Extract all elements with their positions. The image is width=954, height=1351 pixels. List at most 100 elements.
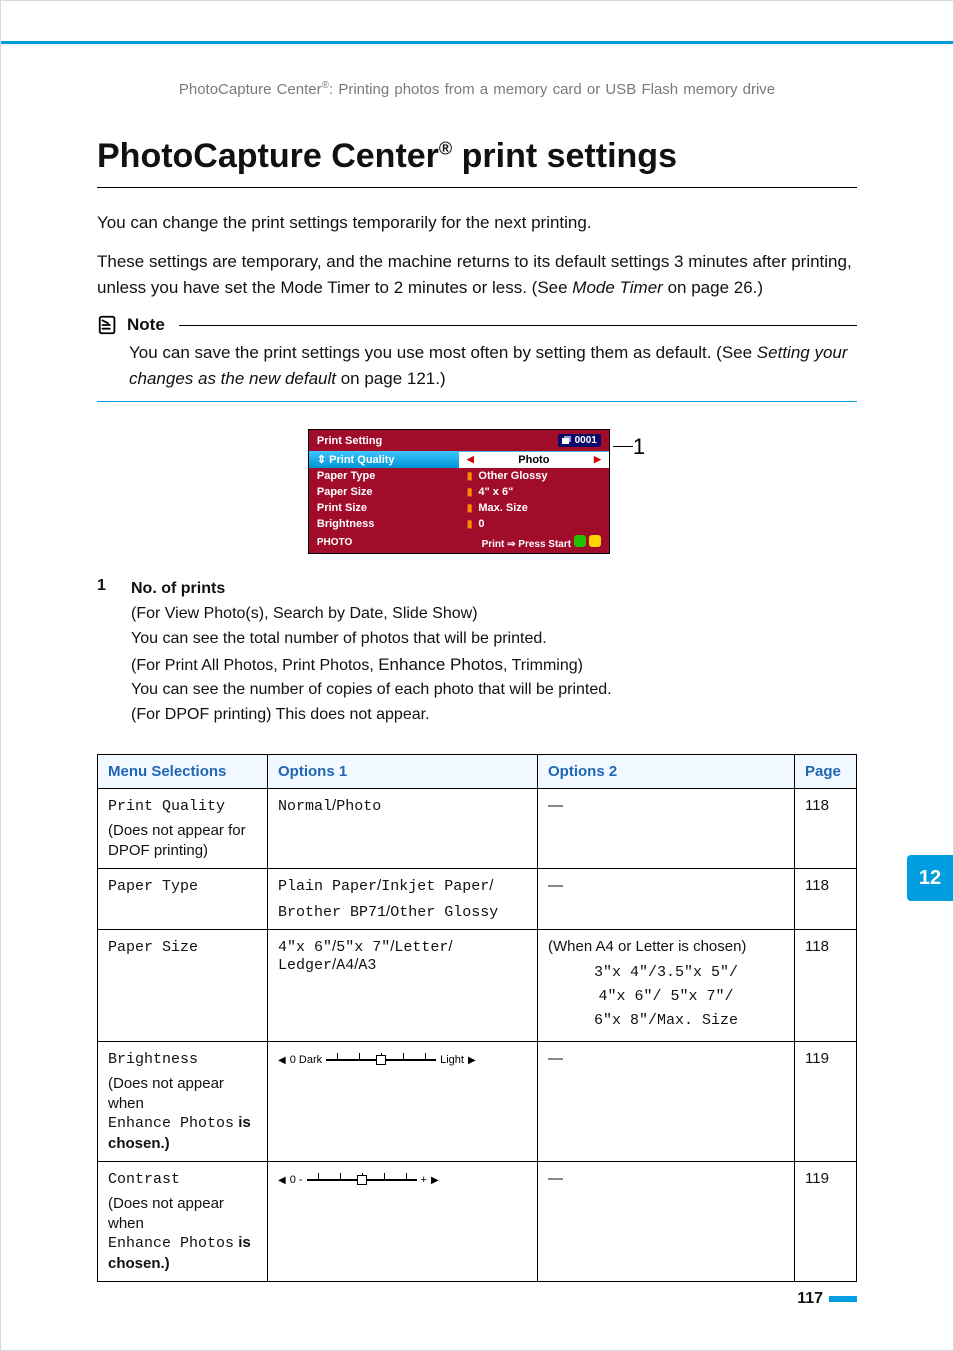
arrow-left-icon: ◀ [278, 1055, 286, 1066]
slider-knob [376, 1055, 386, 1065]
brightness-slider-graphic: ◀ 0 Dark Light ▶ [278, 1054, 527, 1066]
lcd-footer-right: Print ⇒ Press Start [482, 535, 601, 550]
callout-number: 1 [633, 434, 645, 460]
cell-opt2: (When A4 or Letter is chosen) 3"x 4"/3.5… [538, 930, 795, 1042]
cell-menu: Paper Type [98, 869, 268, 930]
cell-page: 118 [795, 869, 857, 930]
lcd-row-value: ▮Other Glossy [459, 468, 609, 484]
lcd-row-value: ▮Max. Size [459, 500, 609, 516]
slider-track [307, 1175, 417, 1185]
arrow-left-icon: ◀ [278, 1175, 286, 1186]
page-title: PhotoCapture Center® print settings [97, 136, 857, 177]
definition-line: (For DPOF printing) This does not appear… [131, 703, 857, 728]
device-illustration: Print Setting 0001 ⇕ Print Quality ◀ Pho… [97, 430, 857, 553]
cell-opt1: 4"x 6"/5"x 7"/Letter/ Ledger/A4/A3 [268, 930, 538, 1042]
lcd-row-value: ▮0 [459, 516, 609, 532]
slider-track [326, 1055, 436, 1065]
running-header-prefix: PhotoCapture Center [179, 81, 322, 98]
cell-subnote: (Does not appear for DPOF printing) [108, 821, 257, 860]
page-title-suffix: print settings [452, 137, 677, 175]
table-row: Contrast (Does not appear when Enhance P… [98, 1162, 857, 1282]
slider-left-label: 0 - [290, 1174, 303, 1186]
lcd-row: Brightness ▮0 [309, 516, 609, 532]
definition-list: 1 No. of prints (For View Photo(s), Sear… [97, 577, 857, 728]
cell-opt2: — [538, 789, 795, 869]
lcd-row-label: Paper Type [309, 468, 459, 484]
lcd-title-bar: Print Setting 0001 [309, 430, 609, 451]
lcd-row: Paper Type ▮Other Glossy [309, 468, 609, 484]
table-row: Paper Size 4"x 6"/5"x 7"/Letter/ Ledger/… [98, 930, 857, 1042]
note-label: Note [127, 315, 165, 335]
cell-opt1: ◀ 0 - + ▶ [268, 1162, 538, 1282]
lcd-row-label: ⇕ Print Quality [309, 451, 459, 468]
slider-right-label: + [421, 1174, 427, 1186]
callout-1: 1 [613, 434, 645, 553]
note-body: You can save the print settings you use … [129, 340, 857, 391]
running-header: PhotoCapture Center®: Printing photos fr… [97, 80, 857, 98]
cell-menu: Print Quality (Does not appear for DPOF … [98, 789, 268, 869]
registered-mark: ® [322, 80, 329, 91]
contrast-slider-graphic: ◀ 0 - + ▶ [278, 1174, 527, 1186]
page-title-prefix: PhotoCapture Center [97, 137, 439, 175]
page-number-bar [829, 1296, 857, 1302]
definition-line: (For Print All Photos, Print Photos, Enh… [131, 652, 857, 679]
col-options-2: Options 2 [538, 755, 795, 789]
note-heading: Note [97, 314, 857, 336]
note-icon [97, 314, 119, 336]
cell-opt2: — [538, 1162, 795, 1282]
table-row: Paper Type Plain Paper/Inkjet Paper/ Bro… [98, 869, 857, 930]
definition-number: 1 [97, 577, 115, 728]
lcd-title: Print Setting [317, 435, 382, 447]
cell-page: 118 [795, 930, 857, 1042]
cell-opt1: Normal/Photo [268, 789, 538, 869]
lcd-footer: PHOTO Print ⇒ Press Start [309, 532, 609, 553]
slider-left-label: 0 Dark [290, 1054, 322, 1066]
cell-opt1: Plain Paper/Inkjet Paper/ Brother BP71/O… [268, 869, 538, 930]
arrow-right-icon: ▶ [431, 1175, 439, 1186]
table-row: Brightness (Does not appear when Enhance… [98, 1042, 857, 1162]
table-row: Print Quality (Does not appear for DPOF … [98, 789, 857, 869]
settings-table: Menu Selections Options 1 Options 2 Page… [97, 754, 857, 1282]
col-options-1: Options 1 [268, 755, 538, 789]
running-header-suffix: : Printing photos from a memory card or … [329, 81, 775, 98]
page-number-value: 117 [797, 1290, 823, 1308]
cell-subnote: (Does not appear when Enhance Photos is … [108, 1194, 257, 1273]
cross-ref: Mode Timer [572, 278, 663, 297]
lcd-row-value: ◀ Photo ▶ [459, 452, 609, 468]
cell-opt2: — [538, 1042, 795, 1162]
lcd-row-label: Print Size [309, 500, 459, 516]
col-menu-selections: Menu Selections [98, 755, 268, 789]
lcd-row: Print Size ▮Max. Size [309, 500, 609, 516]
start-buttons-icon [574, 535, 601, 547]
content-area: PhotoCapture Center®: Printing photos fr… [1, 44, 953, 1322]
definition-line: You can see the total number of photos t… [131, 627, 857, 652]
lcd-row-value: ▮4" x 6" [459, 484, 609, 500]
cell-menu: Brightness (Does not appear when Enhance… [98, 1042, 268, 1162]
chapter-tab: 12 [907, 855, 953, 901]
definition-body: No. of prints (For View Photo(s), Search… [131, 577, 857, 728]
cell-subnote: (Does not appear when Enhance Photos is … [108, 1074, 257, 1153]
definition-line: (For View Photo(s), Search by Date, Slid… [131, 602, 857, 627]
top-accent-bar [1, 1, 953, 44]
cell-page: 119 [795, 1162, 857, 1282]
cell-page: 119 [795, 1042, 857, 1162]
cell-opt2: — [538, 869, 795, 930]
definition-line: You can see the number of copies of each… [131, 678, 857, 703]
note-rule [179, 325, 857, 326]
lcd-screen: Print Setting 0001 ⇕ Print Quality ◀ Pho… [309, 430, 609, 553]
col-page: Page [795, 755, 857, 789]
photo-stack-icon [562, 436, 572, 445]
slider-knob [357, 1175, 367, 1185]
cell-menu: Contrast (Does not appear when Enhance P… [98, 1162, 268, 1282]
cell-menu: Paper Size [98, 930, 268, 1042]
arrow-right-icon: ▶ [468, 1055, 476, 1066]
note-end-rule [97, 401, 857, 402]
lcd-row-label: Brightness [309, 516, 459, 532]
table-header-row: Menu Selections Options 1 Options 2 Page [98, 755, 857, 789]
lcd-count-badge: 0001 [558, 434, 601, 447]
cell-opt1: ◀ 0 Dark Light ▶ [268, 1042, 538, 1162]
slider-right-label: Light [440, 1054, 464, 1066]
lcd-footer-left: PHOTO [317, 537, 352, 548]
page: PhotoCapture Center®: Printing photos fr… [0, 0, 954, 1351]
lcd-row-label: Paper Size [309, 484, 459, 500]
